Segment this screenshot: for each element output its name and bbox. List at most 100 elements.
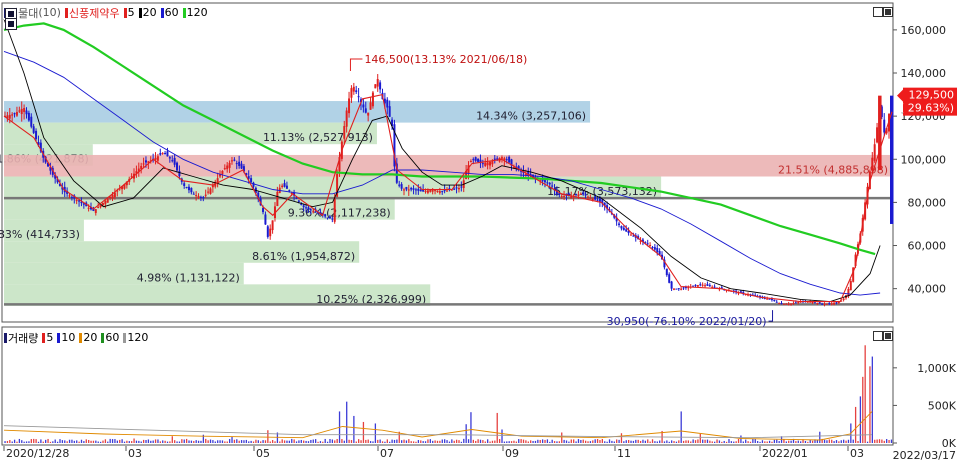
volume-bar[interactable] [539, 439, 541, 443]
ma-legend-item[interactable]: 10 [57, 331, 75, 344]
volume-bar[interactable] [444, 439, 446, 443]
candle-body[interactable] [238, 161, 241, 166]
candle-body[interactable] [629, 234, 632, 236]
volume-bar[interactable] [401, 440, 403, 443]
ma-legend-item[interactable]: 120 [182, 6, 208, 19]
candle-body[interactable] [563, 195, 566, 197]
volume-bar[interactable] [350, 440, 353, 443]
candle-body[interactable] [271, 220, 274, 231]
volume-bar[interactable] [611, 440, 613, 443]
volume-bar[interactable] [520, 439, 522, 443]
volume-bar[interactable] [214, 441, 216, 443]
candle-body[interactable] [424, 190, 427, 192]
candle-body[interactable] [675, 288, 678, 290]
candle-body[interactable] [168, 157, 171, 159]
candle-body[interactable] [596, 199, 599, 201]
volume-bar[interactable] [690, 441, 692, 443]
volume-bar[interactable] [138, 440, 140, 443]
candle-body[interactable] [8, 114, 11, 119]
candle-body[interactable] [75, 200, 78, 202]
volume-bar[interactable] [78, 441, 80, 443]
volume-bar[interactable] [819, 431, 821, 443]
volume-bar[interactable] [592, 440, 594, 443]
volume-bar[interactable] [874, 439, 876, 443]
candle-body[interactable] [379, 82, 382, 90]
volume-bar[interactable] [178, 441, 181, 443]
candle-body[interactable] [682, 287, 685, 289]
candle-body[interactable] [197, 196, 200, 198]
volume-bar[interactable] [494, 440, 496, 443]
candle-body[interactable] [694, 284, 697, 286]
volume-bar[interactable] [773, 439, 776, 443]
candle-body[interactable] [701, 284, 704, 286]
candle-body[interactable] [345, 110, 348, 127]
volume-bar[interactable] [353, 415, 355, 443]
volume-bar[interactable] [857, 441, 859, 443]
volume-bar[interactable] [305, 440, 307, 443]
volume-bar[interactable] [570, 439, 572, 443]
candle-body[interactable] [491, 161, 494, 165]
volume-bar[interactable] [455, 439, 458, 443]
volume-bar[interactable] [346, 401, 348, 443]
volume-bar[interactable] [718, 440, 721, 443]
volume-bar[interactable] [496, 412, 498, 443]
volume-bar[interactable] [257, 440, 259, 443]
candle-body[interactable] [309, 209, 312, 211]
candle-body[interactable] [15, 112, 18, 116]
volume-bar[interactable] [623, 441, 625, 443]
volume-bar[interactable] [429, 439, 431, 443]
chart-canvas[interactable]: 14.34% (3,257,106)11.13% (2,527,913)1.86… [0, 0, 958, 464]
candle-body[interactable] [187, 186, 190, 191]
volume-bar[interactable] [83, 441, 85, 443]
candle-body[interactable] [240, 163, 243, 169]
volume-bar[interactable] [68, 439, 71, 443]
candle-body[interactable] [469, 160, 472, 163]
volume-bar[interactable] [90, 440, 92, 443]
candle-body[interactable] [32, 126, 35, 133]
candle-body[interactable] [876, 127, 879, 143]
volume-bar[interactable] [702, 439, 704, 443]
candle-body[interactable] [362, 104, 365, 108]
volume-bar[interactable] [859, 396, 862, 443]
volume-bar[interactable] [527, 441, 529, 443]
volume-bar[interactable] [424, 441, 427, 443]
volume-bar[interactable] [862, 376, 864, 443]
candle-body[interactable] [142, 163, 145, 165]
volume-bar[interactable] [145, 440, 147, 443]
volume-bar[interactable] [126, 440, 128, 443]
volume-bar[interactable] [393, 439, 396, 443]
volume-bar[interactable] [745, 439, 747, 443]
candle-body[interactable] [269, 228, 272, 237]
candle-body[interactable] [560, 195, 563, 197]
volume-bar[interactable] [886, 439, 888, 443]
volume-bar[interactable] [396, 439, 398, 443]
volume-bar[interactable] [577, 439, 580, 443]
volume-bar[interactable] [470, 412, 472, 443]
volume-bar[interactable] [451, 439, 453, 443]
candle-body[interactable] [18, 110, 21, 112]
volume-bar[interactable] [135, 440, 138, 443]
volume-bar[interactable] [673, 441, 675, 443]
candle-body[interactable] [649, 245, 652, 247]
volume-bar[interactable] [697, 439, 699, 443]
volume-bar[interactable] [467, 439, 470, 443]
volume-bar[interactable] [369, 441, 372, 443]
candle-body[interactable] [668, 274, 671, 283]
candle-body[interactable] [546, 182, 549, 184]
candle-body[interactable] [446, 190, 449, 192]
stock-chart[interactable]: 14.34% (3,257,106)11.13% (2,527,913)1.86… [0, 0, 958, 464]
candle-body[interactable] [195, 195, 198, 197]
volume-bar[interactable] [594, 439, 596, 443]
volume-bar[interactable] [838, 441, 840, 443]
volume-bar[interactable] [809, 440, 811, 443]
candle-body[interactable] [386, 99, 389, 108]
volume-bar[interactable] [675, 441, 678, 443]
volume-bar[interactable] [166, 441, 169, 443]
volume-bar[interactable] [439, 440, 441, 443]
candle-body[interactable] [778, 303, 781, 305]
volume-bar[interactable] [95, 440, 97, 443]
volume-bar[interactable] [618, 439, 620, 443]
candle-body[interactable] [23, 108, 26, 112]
volume-bar[interactable] [245, 439, 248, 443]
volume-bar[interactable] [580, 440, 582, 443]
